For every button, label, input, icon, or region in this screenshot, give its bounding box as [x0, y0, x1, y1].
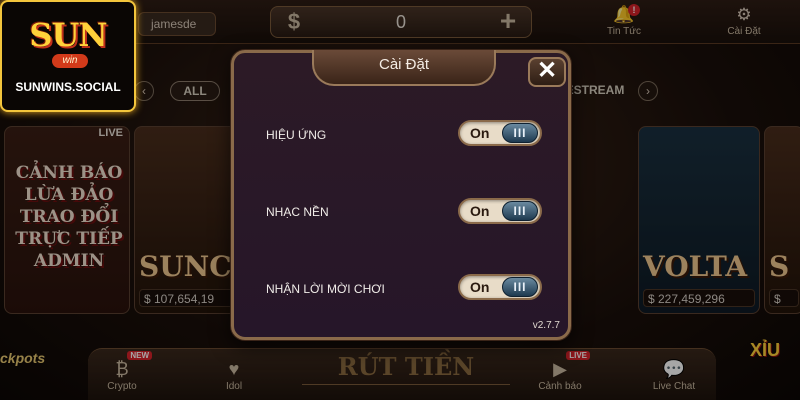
app-screen: jamesde $ 0 + 🔔 ! Tin Tức ⚙ Cài Đặt ‹ AL…: [0, 0, 800, 400]
logo-sub: win: [52, 54, 88, 68]
music-toggle[interactable]: On III: [458, 198, 542, 224]
dialog-title: Cài Đặt: [378, 56, 430, 73]
invites-label: NHẬN LỜI MỜI CHƠI: [266, 282, 385, 296]
close-button[interactable]: ✕: [528, 57, 566, 87]
toggle-state: On: [470, 125, 490, 141]
app-version: v2.7.7: [532, 320, 560, 331]
logo-site-name: SUNWINS.SOCIAL: [15, 80, 121, 94]
logo-brand: SUN: [29, 16, 107, 54]
toggle-state: On: [470, 203, 490, 219]
invites-toggle[interactable]: On III: [458, 274, 542, 300]
effects-label: HIỆU ỨNG: [266, 128, 327, 142]
toggle-state: On: [470, 279, 490, 295]
dialog-header: Cài Đặt: [312, 50, 496, 86]
toggle-knob[interactable]: III: [502, 277, 538, 297]
toggle-knob[interactable]: III: [502, 123, 538, 143]
effects-toggle[interactable]: On III: [458, 120, 542, 146]
site-logo: SUN win SUNWINS.SOCIAL: [0, 0, 136, 112]
music-label: NHẠC NỀN: [266, 205, 329, 219]
settings-dialog: Cài Đặt ✕ HIỆU ỨNG On III NHẠC NỀN On II…: [231, 50, 571, 340]
toggle-knob[interactable]: III: [502, 201, 538, 221]
